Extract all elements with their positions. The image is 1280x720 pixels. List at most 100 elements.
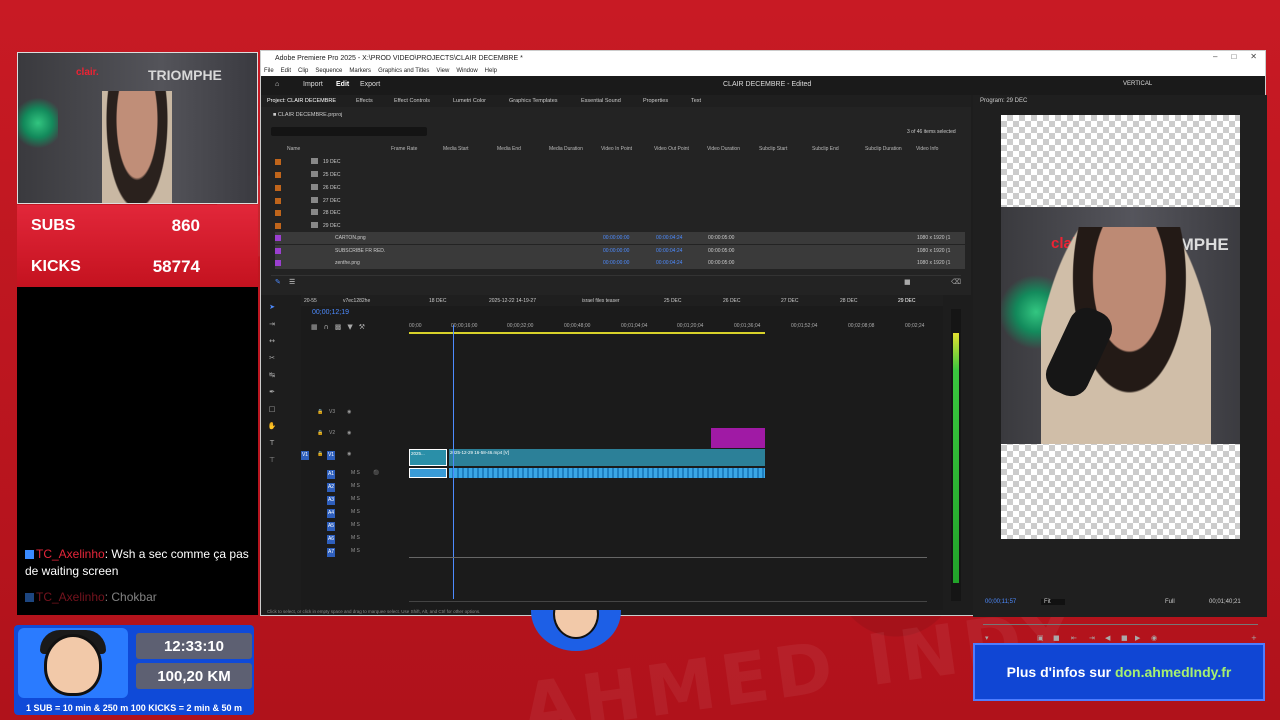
audio-clip-small[interactable] [409,468,447,478]
mark-out-icon[interactable]: ⇥ [1089,634,1095,642]
col-video-duration[interactable]: Video Duration [707,146,740,152]
folder-row[interactable]: 26 DEC [275,182,965,194]
track-a7[interactable]: A7 M S [301,545,409,557]
mute-icon[interactable]: M S [351,496,360,502]
work-area-bar[interactable] [409,332,765,334]
tab-lumetri[interactable]: Lumetri Color [453,98,486,104]
lock-icon[interactable]: 🔒 [317,409,323,415]
tab-effects[interactable]: Effects [356,98,373,104]
seq-tab[interactable]: 2025-12-22 14-19-27 [489,298,536,304]
lock-icon[interactable]: 🔒 [317,451,323,457]
source-v1-tag[interactable]: V1 [301,451,309,460]
track-select-icon[interactable]: ⇥ [265,320,279,337]
program-timecode[interactable]: 00;00;11;57 [985,599,1016,605]
tab-edit[interactable]: Edit [336,81,349,88]
col-video-info[interactable]: Video Info [916,146,938,152]
tab-project[interactable]: Project: CLAIR DECEMBRE [267,98,336,104]
eye-icon[interactable]: ◉ [347,451,351,457]
menu-markers[interactable]: Markers [349,68,371,74]
audio-clip-main[interactable] [449,468,765,478]
menu-clip[interactable]: Clip [298,68,308,74]
col-media-duration[interactable]: Media Duration [549,146,583,152]
seq-tab[interactable]: 25 DEC [664,298,682,304]
track-a6[interactable]: A6 M S [301,532,409,544]
tab-essential-sound[interactable]: Essential Sound [581,98,621,104]
search-input[interactable] [271,127,427,136]
tab-text[interactable]: Text [691,98,701,104]
program-scrubber[interactable] [983,624,1258,625]
col-name[interactable]: Name [287,146,300,152]
menu-view[interactable]: View [436,68,449,74]
col-subclip-start[interactable]: Subclip Start [759,146,787,152]
camera-icon[interactable]: ◉ [1151,634,1157,642]
trash-icon[interactable]: ⌫ [951,278,961,286]
mark-in-icon[interactable]: ⇤ [1071,634,1077,642]
mute-icon[interactable]: M S [351,470,360,476]
eye-icon[interactable]: ◉ [347,409,351,415]
lock-icon[interactable]: 🔒 [317,430,323,436]
list-view-icon[interactable]: ☰ [289,278,295,286]
selection-tool-icon[interactable]: ➤ [265,303,279,320]
timeline-timecode[interactable]: 00;00;12;19 [312,309,349,316]
track-v3[interactable]: V3 🔒 ◉ [301,406,409,417]
caption-icon[interactable]: ⊤ [265,456,279,473]
new-bin-icon[interactable]: ■ [904,278,911,286]
step-back-icon[interactable]: ◀ [1105,634,1110,642]
tab-effect-controls[interactable]: Effect Controls [394,98,430,104]
track-a1[interactable]: A1 M S ⚫ [301,467,409,479]
home-icon[interactable]: ⌂ [275,81,279,88]
fit-select[interactable]: Fit [1041,599,1065,605]
comparison-icon[interactable]: ■ [1053,634,1060,642]
folder-row[interactable]: 29 DEC [275,220,965,232]
seq-tab[interactable]: 18 DEC [429,298,447,304]
mute-icon[interactable]: M S [351,548,360,554]
video-clip-main[interactable]: 2025-12-29 16-58-46.mp4 [V] [449,449,765,466]
marker-icon[interactable]: ▼ [347,323,352,331]
donation-link[interactable]: don.ahmedIndy.fr [1115,664,1231,680]
track-a3[interactable]: A3 M S [301,493,409,505]
close-icon[interactable]: ✕ [1250,52,1257,61]
mute-icon[interactable]: M S [351,535,360,541]
snap-icon[interactable]: ∩ [324,323,329,331]
pencil-icon[interactable]: ✎ [275,278,281,286]
hand-icon[interactable]: ✋ [265,422,279,439]
track-a4[interactable]: A4 M S [301,506,409,518]
folder-row[interactable]: 27 DEC [275,195,965,207]
export-frame-icon[interactable]: ▣ [1037,634,1044,642]
resolution-select[interactable]: Full [1165,599,1175,605]
track-v1[interactable]: V1 V1 🔒 ◉ [301,448,409,460]
graphics-clip[interactable] [711,428,765,448]
seq-tab[interactable]: israel files teaser [582,298,620,304]
marker-add-icon[interactable]: ▾ [985,634,989,642]
time-ruler[interactable]: 00;00 00;00;16;00 00;00;32;00 00;00;48;0… [409,323,933,331]
track-a2[interactable]: A2 M S [301,480,409,492]
tab-properties[interactable]: Properties [643,98,668,104]
menu-window[interactable]: Window [456,68,477,74]
track-v2[interactable]: V2 🔒 ◉ [301,427,409,438]
tab-import[interactable]: Import [303,81,323,88]
menu-edit[interactable]: Edit [281,68,291,74]
settings-icon[interactable]: ⚒ [359,323,365,331]
col-subclip-duration[interactable]: Subclip Duration [865,146,902,152]
col-media-start[interactable]: Media Start [443,146,469,152]
type-icon[interactable]: T [265,439,279,456]
col-subclip-end[interactable]: Subclip End [812,146,839,152]
mic-icon[interactable]: ⚫ [373,470,379,476]
col-frame-rate[interactable]: Frame Rate [391,146,417,152]
seq-tab[interactable]: v7ec1282he [343,298,370,304]
stop-icon[interactable]: ■ [1121,634,1128,642]
tab-export[interactable]: Export [360,81,380,88]
play-icon[interactable]: ▶ [1135,634,1140,642]
seq-tab[interactable]: 26 DEC [723,298,741,304]
col-media-end[interactable]: Media End [497,146,521,152]
file-row[interactable]: zenthe.png 00:00:00:00 00:00:04:24 00:00:05… [275,257,965,269]
menu-graphics[interactable]: Graphics and Titles [378,68,429,74]
file-row[interactable]: SUBSCRIBE FR RED. 00:00:00:00 00:00:04:24 0… [275,245,965,257]
track-a5[interactable]: A5 M S [301,519,409,531]
folder-row[interactable]: 28 DEC [275,207,965,219]
vertical-label[interactable]: VERTICAL [1123,81,1152,87]
linked-icon[interactable]: ▩ [335,323,342,331]
razor-icon[interactable]: ✂ [265,354,279,371]
menu-help[interactable]: Help [485,68,497,74]
video-clip-small[interactable]: 2025... [409,449,447,466]
